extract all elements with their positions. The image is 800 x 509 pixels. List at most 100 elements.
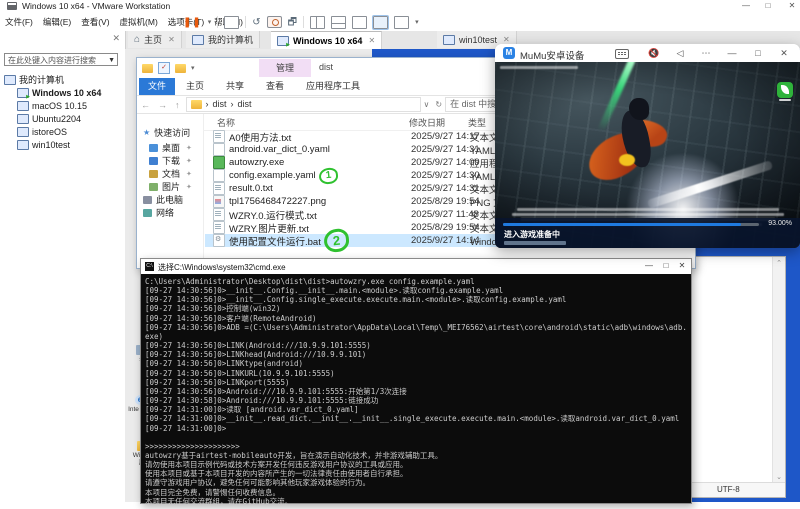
up-icon[interactable]: ↑ bbox=[171, 100, 184, 110]
sidebar-item-win10test[interactable]: win10test bbox=[4, 138, 101, 151]
minimize-button[interactable]: — bbox=[738, 0, 754, 11]
downloads-icon bbox=[149, 157, 158, 165]
properties-icon[interactable]: ✓ bbox=[158, 62, 170, 74]
progress-bar bbox=[503, 223, 759, 226]
scroll-up-icon[interactable]: ⌃ bbox=[773, 259, 785, 267]
vm-icon bbox=[17, 127, 29, 137]
nav-item-下载[interactable]: 下载 ✦ bbox=[149, 154, 192, 167]
close-button[interactable]: ✕ bbox=[784, 0, 800, 11]
column-name[interactable]: 名称 bbox=[217, 116, 235, 129]
forward-icon[interactable]: → bbox=[154, 100, 171, 110]
menu-item[interactable]: 查看(V) bbox=[76, 13, 114, 28]
sidebar-item-Windows 10 x64[interactable]: Windows 10 x64 bbox=[4, 86, 101, 99]
keyboard-icon[interactable] bbox=[615, 49, 629, 59]
menu-item[interactable]: 编辑(E) bbox=[38, 13, 76, 28]
maximize-button[interactable]: □ bbox=[760, 0, 776, 11]
vm-icon bbox=[17, 88, 29, 98]
yaml-file-icon bbox=[213, 169, 225, 182]
tab-label: Windows 10 x64 bbox=[293, 36, 362, 46]
search-dropdown-caret[interactable]: ▼ bbox=[108, 54, 115, 67]
pause-vm-icon[interactable]: ❚❚ bbox=[183, 17, 202, 28]
scrollbar[interactable]: ⌃⌄ bbox=[772, 257, 785, 483]
snapshot-revert-icon[interactable]: ↺ bbox=[252, 17, 260, 28]
file-name: config.example.yaml bbox=[229, 170, 316, 181]
show-thumbnail-bar-icon[interactable] bbox=[331, 16, 346, 29]
back-icon[interactable]: ← bbox=[137, 100, 154, 110]
tab-file[interactable]: 文件 bbox=[139, 78, 175, 95]
scroll-down-icon[interactable]: ⌄ bbox=[773, 473, 785, 481]
cmd-output[interactable]: C:\Users\Administrator\Desktop\dist\dist… bbox=[141, 274, 691, 509]
tab-我的计算机[interactable]: 我的计算机 bbox=[186, 31, 260, 48]
explorer-window-title: dist bbox=[319, 62, 333, 72]
ctrl-alt-del-icon[interactable] bbox=[224, 16, 239, 29]
breadcrumb-segment[interactable]: dist bbox=[238, 98, 252, 111]
nav-item-桌面[interactable]: 桌面✦ bbox=[149, 141, 192, 154]
column-type[interactable]: 类型 bbox=[468, 116, 486, 129]
qat-dropdown-caret[interactable]: ▾ bbox=[191, 64, 195, 72]
manage-contextual-tab[interactable]: 管理 bbox=[259, 59, 311, 77]
bat-file-icon bbox=[213, 234, 225, 247]
pin-icon: ✦ bbox=[186, 157, 192, 165]
tab-close-icon[interactable]: ✕ bbox=[168, 35, 175, 44]
tab-app-tools[interactable]: 应用程序工具 bbox=[297, 78, 369, 95]
yaml-file-icon bbox=[213, 143, 225, 156]
cmd-close-button[interactable]: ✕ bbox=[674, 259, 690, 273]
cmd-maximize-button[interactable]: □ bbox=[658, 259, 674, 273]
nav-item-图片[interactable]: 图片✦ bbox=[149, 180, 192, 193]
sidebar-item-Ubuntu2204[interactable]: Ubuntu2204 bbox=[4, 112, 101, 125]
mumu-minimize-button[interactable]: — bbox=[725, 47, 739, 59]
menu-item[interactable]: 文件(F) bbox=[0, 13, 38, 28]
nav-item-网络[interactable]: 网络 bbox=[143, 206, 174, 219]
tab-Windows 10 x64[interactable]: Windows 10 x64 ✕ bbox=[271, 31, 382, 49]
game-viewport[interactable]: 93.00% 进入游戏准备中 bbox=[495, 62, 800, 248]
leaf-badge-icon[interactable] bbox=[777, 82, 793, 98]
star-icon: ★ bbox=[143, 128, 150, 137]
library-close-icon[interactable]: ✕ bbox=[112, 33, 120, 44]
tab-close-icon[interactable]: ✕ bbox=[368, 36, 375, 45]
documents-icon bbox=[149, 170, 158, 178]
snapshot-manager-icon[interactable]: 🗗 bbox=[288, 17, 297, 28]
mumu-window[interactable]: M MuMu安卓设备 🔇 ◁ ⋯ — □ ✕ 93.00% 进入游戏准备中 bbox=[495, 44, 800, 248]
show-library-icon[interactable] bbox=[310, 16, 325, 29]
progress-percent: 93.00% bbox=[768, 220, 792, 227]
column-date[interactable]: 修改日期 bbox=[409, 116, 445, 129]
more-icon[interactable]: ⋯ bbox=[699, 47, 713, 59]
console-view-icon[interactable] bbox=[373, 16, 388, 29]
address-dropdown-caret[interactable]: ∨ bbox=[421, 100, 433, 109]
library-search-input[interactable]: 在此处键入内容进行搜索 ▼ bbox=[4, 53, 118, 66]
folder-icon bbox=[191, 100, 202, 109]
sidebar-item-macOS 10.15[interactable]: macOS 10.15 bbox=[4, 99, 101, 112]
notepad-window[interactable]: ⌃⌄ UTF-8 bbox=[688, 256, 786, 498]
tab-label: win10test bbox=[459, 35, 497, 45]
tab-主页[interactable]: ⌂主页✕ bbox=[128, 31, 182, 48]
nav-item-label: 桌面 bbox=[162, 141, 180, 154]
new-folder-icon[interactable] bbox=[175, 64, 186, 73]
stretch-guest-icon[interactable] bbox=[394, 16, 409, 29]
stretch-dropdown-caret[interactable]: ▾ bbox=[415, 18, 419, 26]
tab-home[interactable]: 主页 bbox=[177, 78, 213, 95]
pause-dropdown-caret[interactable]: ▾ bbox=[208, 18, 212, 26]
tree-root[interactable]: 我的计算机 bbox=[4, 73, 101, 86]
tab-view[interactable]: 查看 bbox=[257, 78, 293, 95]
nav-item-此电脑[interactable]: 此电脑 bbox=[143, 193, 183, 206]
back-icon[interactable]: ◁ bbox=[673, 47, 687, 59]
menu-item[interactable]: 虚拟机(M) bbox=[115, 13, 163, 28]
tab-close-icon[interactable]: ✕ bbox=[503, 35, 510, 44]
mumu-maximize-button[interactable]: □ bbox=[751, 47, 765, 59]
fullscreen-icon[interactable] bbox=[352, 16, 367, 29]
mumu-close-button[interactable]: ✕ bbox=[777, 47, 791, 59]
refresh-icon[interactable]: ↻ bbox=[432, 100, 445, 109]
take-snapshot-icon[interactable] bbox=[267, 16, 282, 28]
nav-item-label: 下载 bbox=[162, 154, 180, 167]
fine-print-line bbox=[517, 208, 779, 211]
sidebar-item-istoreOS[interactable]: istoreOS bbox=[4, 125, 101, 138]
nav-item-文档[interactable]: 文档✦ bbox=[149, 167, 192, 180]
tab-share[interactable]: 共享 bbox=[217, 78, 253, 95]
cmd-window[interactable]: C:\ 选择C:\Windows\system32\cmd.exe — □ ✕ … bbox=[140, 258, 692, 504]
cmd-minimize-button[interactable]: — bbox=[641, 259, 657, 273]
mute-icon[interactable]: 🔇 bbox=[647, 47, 661, 59]
vm-icon bbox=[17, 101, 29, 111]
breadcrumb-segment[interactable]: dist bbox=[213, 98, 227, 111]
quick-access-header[interactable]: ★ 快速访问 bbox=[143, 126, 190, 139]
breadcrumb[interactable]: ›dist ›dist bbox=[186, 97, 421, 112]
